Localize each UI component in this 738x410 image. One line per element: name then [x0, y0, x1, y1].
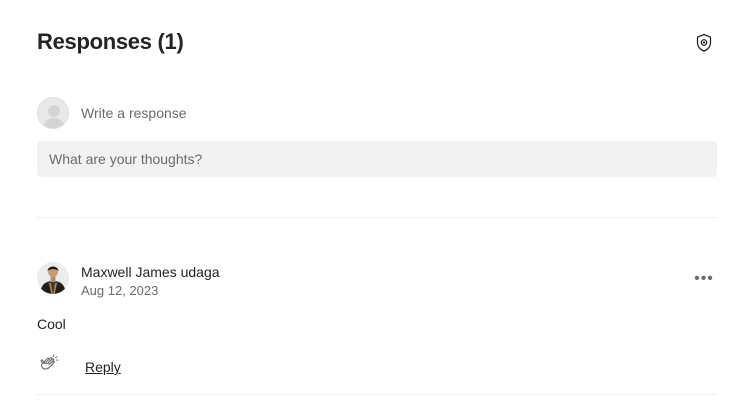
- responses-panel: Responses (1) Write a response Maxwell J…: [0, 0, 738, 410]
- write-response-label: Write a response: [81, 105, 187, 121]
- response-input[interactable]: [37, 141, 717, 177]
- more-options-icon[interactable]: •••: [693, 270, 715, 290]
- reply-button[interactable]: Reply: [85, 359, 121, 375]
- shield-icon[interactable]: [695, 33, 713, 53]
- responses-title: Responses (1): [37, 29, 184, 54]
- clap-icon[interactable]: [38, 354, 60, 376]
- divider: [37, 217, 717, 218]
- response-date: Aug 12, 2023: [81, 283, 159, 298]
- avatar[interactable]: [37, 262, 69, 294]
- composer-user: Write a response: [37, 97, 187, 129]
- default-avatar-icon: [37, 97, 69, 129]
- response-body: Cool: [37, 316, 66, 332]
- response-author[interactable]: Maxwell James udaga: [81, 264, 220, 280]
- divider: [37, 394, 717, 395]
